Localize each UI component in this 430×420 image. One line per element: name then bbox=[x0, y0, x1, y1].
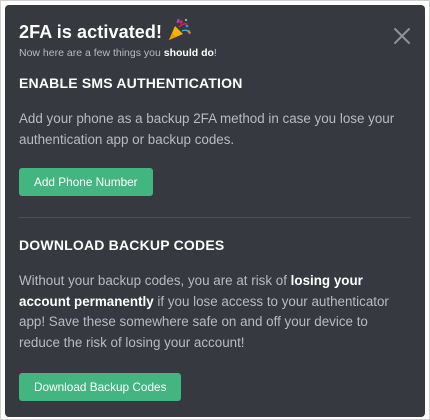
title-row: 2FA is activated! bbox=[19, 17, 411, 45]
download-backup-codes-button[interactable]: Download Backup Codes bbox=[19, 373, 182, 401]
screenshot-frame: 2FA is activated! Now here are a few thi… bbox=[0, 0, 430, 420]
two-factor-activated-modal: 2FA is activated! Now here are a few thi… bbox=[5, 5, 425, 417]
sms-authentication-section: ENABLE SMS AUTHENTICATION Add your phone… bbox=[19, 75, 411, 196]
subtitle-prefix: Now here are a few things you bbox=[19, 47, 164, 59]
backup-section-body: Without your backup codes, you are at ri… bbox=[19, 271, 411, 353]
backup-codes-section: DOWNLOAD BACKUP CODES Without your backu… bbox=[19, 237, 411, 401]
backup-section-title: DOWNLOAD BACKUP CODES bbox=[19, 237, 225, 253]
sms-section-body: Add your phone as a backup 2FA method in… bbox=[19, 111, 395, 147]
section-divider bbox=[19, 217, 411, 218]
close-icon bbox=[394, 28, 410, 44]
backup-body-prefix: Without your backup codes, you are at ri… bbox=[19, 273, 291, 288]
subtitle-suffix: ! bbox=[213, 47, 217, 59]
close-button[interactable] bbox=[393, 27, 411, 45]
sms-section-title: ENABLE SMS AUTHENTICATION bbox=[19, 75, 243, 91]
modal-header: 2FA is activated! Now here are a few thi… bbox=[19, 17, 411, 59]
subtitle-bold: should do bbox=[163, 47, 214, 59]
modal-title: 2FA is activated! bbox=[19, 21, 163, 42]
party-popper-icon bbox=[166, 17, 192, 43]
add-phone-number-button[interactable]: Add Phone Number bbox=[19, 168, 153, 196]
modal-subtitle: Now here are a few things you should do! bbox=[19, 47, 411, 59]
